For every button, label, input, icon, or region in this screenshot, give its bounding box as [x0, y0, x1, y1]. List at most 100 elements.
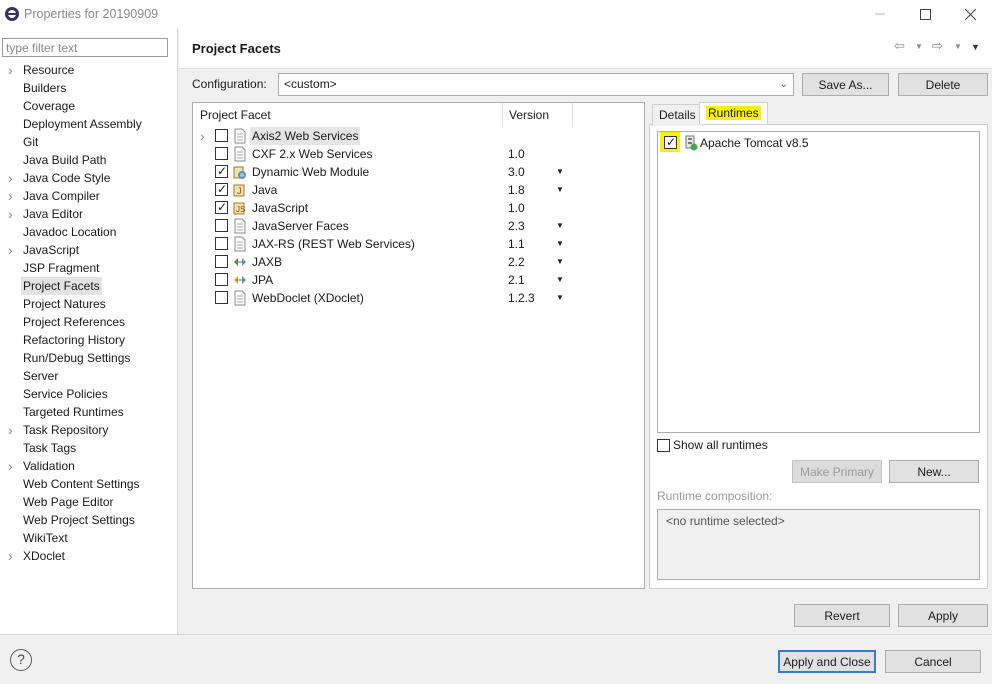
- tree-item[interactable]: Targeted Runtimes: [0, 403, 176, 421]
- tree-item[interactable]: › XDoclet: [0, 547, 176, 565]
- facet-row[interactable]: ✓ JS JavaScript 1.0: [196, 199, 636, 217]
- chevron-right-icon[interactable]: ›: [8, 547, 16, 565]
- version-dropdown-icon[interactable]: ▼: [556, 235, 564, 253]
- version-dropdown-icon[interactable]: ▼: [556, 289, 564, 307]
- tree-item[interactable]: › Java Editor: [0, 205, 176, 223]
- new-runtime-button[interactable]: New...: [889, 460, 979, 483]
- tree-item[interactable]: Web Project Settings: [0, 511, 176, 529]
- tree-item-label: Deployment Assembly: [23, 117, 142, 131]
- tree-item[interactable]: Builders: [0, 79, 176, 97]
- tree-item[interactable]: › Resource: [0, 61, 176, 79]
- chevron-right-icon[interactable]: ›: [8, 205, 16, 223]
- tree-item[interactable]: Task Tags: [0, 439, 176, 457]
- configuration-select[interactable]: <custom> ⌄: [278, 73, 794, 96]
- filter-input[interactable]: [2, 38, 168, 57]
- version-dropdown-icon[interactable]: ▼: [556, 253, 564, 271]
- tree-item[interactable]: Web Content Settings: [0, 475, 176, 493]
- facet-row[interactable]: CXF 2.x Web Services 1.0: [196, 145, 636, 163]
- facet-version[interactable]: 2.2: [508, 253, 525, 271]
- tree-item[interactable]: Project Natures: [0, 295, 176, 313]
- tree-item[interactable]: › Validation: [0, 457, 176, 475]
- facet-row[interactable]: ✓ Dynamic Web Module 3.0 ▼: [196, 163, 636, 181]
- tree-item[interactable]: JSP Fragment: [0, 259, 176, 277]
- column-divider[interactable]: [572, 103, 573, 127]
- column-header-facet[interactable]: Project Facet: [200, 104, 271, 126]
- tree-item[interactable]: Git: [0, 133, 176, 151]
- facet-version[interactable]: 1.8: [508, 181, 525, 199]
- tree-item[interactable]: Server: [0, 367, 176, 385]
- chevron-right-icon[interactable]: ›: [8, 241, 16, 259]
- tree-item[interactable]: Javadoc Location: [0, 223, 176, 241]
- version-dropdown-icon[interactable]: ▼: [556, 271, 564, 289]
- facet-checkbox[interactable]: ✓: [215, 200, 228, 214]
- facet-row[interactable]: JavaServer Faces 2.3 ▼: [196, 217, 636, 235]
- chevron-right-icon[interactable]: ›: [8, 421, 16, 439]
- tree-item[interactable]: Coverage: [0, 97, 176, 115]
- back-dropdown-icon[interactable]: ▼: [915, 42, 923, 51]
- chevron-right-icon[interactable]: ›: [8, 61, 16, 79]
- forward-arrow-icon[interactable]: ⇨: [932, 38, 943, 54]
- facet-checkbox[interactable]: [215, 147, 228, 160]
- tree-item[interactable]: › Java Code Style: [0, 169, 176, 187]
- tree-item[interactable]: Java Build Path: [0, 151, 176, 169]
- facet-version[interactable]: 1.2.3: [508, 289, 535, 307]
- version-dropdown-icon[interactable]: ▼: [556, 217, 564, 235]
- tab-details[interactable]: Details: [652, 104, 703, 126]
- chevron-right-icon[interactable]: ›: [8, 169, 16, 187]
- make-primary-button[interactable]: Make Primary: [792, 460, 882, 483]
- facet-checkbox[interactable]: [215, 291, 228, 304]
- tree-item[interactable]: › JavaScript: [0, 241, 176, 259]
- facet-row[interactable]: JAXB 2.2 ▼: [196, 253, 636, 271]
- tree-item[interactable]: Service Policies: [0, 385, 176, 403]
- tree-item[interactable]: Web Page Editor: [0, 493, 176, 511]
- version-dropdown-icon[interactable]: ▼: [556, 163, 564, 181]
- minimize-icon[interactable]: [857, 0, 903, 28]
- tree-item[interactable]: › Task Repository: [0, 421, 176, 439]
- column-divider[interactable]: [502, 103, 503, 127]
- tree-item[interactable]: Deployment Assembly: [0, 115, 176, 133]
- cancel-button[interactable]: Cancel: [885, 650, 981, 673]
- facet-checkbox[interactable]: ✓: [215, 182, 228, 196]
- facet-version[interactable]: 2.1: [508, 271, 525, 289]
- facet-checkbox[interactable]: [215, 273, 228, 286]
- facet-version[interactable]: 1.1: [508, 235, 525, 253]
- close-icon[interactable]: [947, 0, 992, 28]
- runtime-checkbox[interactable]: ✓: [664, 135, 677, 149]
- delete-button[interactable]: Delete: [898, 73, 988, 96]
- facet-checkbox[interactable]: [215, 237, 228, 250]
- facet-checkbox[interactable]: [215, 129, 228, 142]
- facet-row[interactable]: JPA 2.1 ▼: [196, 271, 636, 289]
- show-all-runtimes-checkbox[interactable]: [657, 439, 670, 452]
- view-menu-icon[interactable]: ▼: [971, 42, 980, 52]
- maximize-icon[interactable]: [902, 0, 948, 28]
- chevron-right-icon[interactable]: ›: [200, 127, 205, 145]
- facet-checkbox[interactable]: [215, 219, 228, 232]
- tree-item[interactable]: Refactoring History: [0, 331, 176, 349]
- facet-row[interactable]: JAX-RS (REST Web Services) 1.1 ▼: [196, 235, 636, 253]
- facet-row[interactable]: › Axis2 Web Services: [196, 127, 636, 145]
- facet-checkbox[interactable]: [215, 255, 228, 268]
- facet-row[interactable]: ✓ J Java 1.8 ▼: [196, 181, 636, 199]
- column-header-version[interactable]: Version: [509, 104, 549, 126]
- facet-version[interactable]: 3.0: [508, 163, 525, 181]
- tree-item[interactable]: WikiText: [0, 529, 176, 547]
- tab-runtimes[interactable]: Runtimes: [699, 102, 768, 124]
- help-icon[interactable]: ?: [10, 649, 32, 671]
- revert-button[interactable]: Revert: [794, 604, 890, 627]
- chevron-right-icon[interactable]: ›: [8, 187, 16, 205]
- chevron-right-icon[interactable]: ›: [8, 457, 16, 475]
- facet-checkbox[interactable]: ✓: [215, 164, 228, 178]
- apply-button[interactable]: Apply: [898, 604, 988, 627]
- forward-dropdown-icon[interactable]: ▼: [954, 42, 962, 51]
- facet-row[interactable]: WebDoclet (XDoclet) 1.2.3 ▼: [196, 289, 636, 307]
- tree-item[interactable]: Project References: [0, 313, 176, 331]
- facet-version[interactable]: 2.3: [508, 217, 525, 235]
- tree-item[interactable]: Run/Debug Settings: [0, 349, 176, 367]
- save-as-button[interactable]: Save As...: [802, 73, 889, 96]
- back-arrow-icon[interactable]: ⇦: [894, 38, 905, 54]
- apply-and-close-button[interactable]: Apply and Close: [778, 650, 876, 673]
- chevron-down-icon: ⌄: [779, 79, 788, 90]
- tree-item[interactable]: Project Facets: [0, 277, 176, 295]
- tree-item[interactable]: › Java Compiler: [0, 187, 176, 205]
- version-dropdown-icon[interactable]: ▼: [556, 181, 564, 199]
